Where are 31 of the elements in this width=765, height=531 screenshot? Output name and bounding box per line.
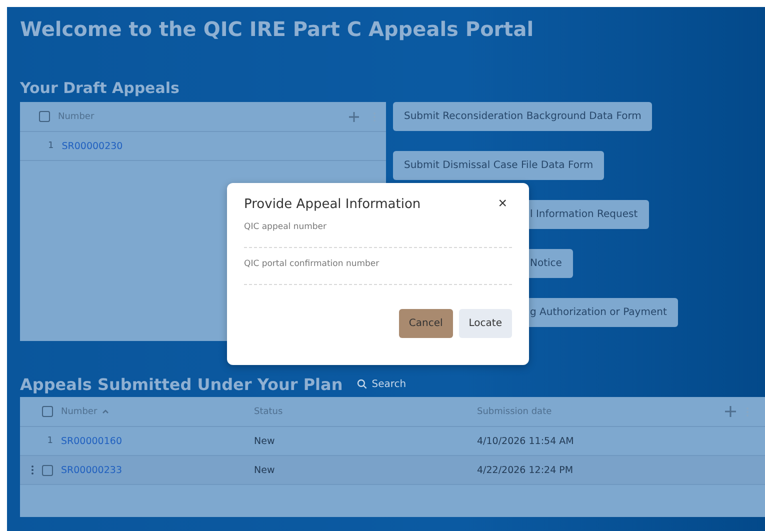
column-header[interactable]: Status <box>254 406 283 416</box>
cancel-button[interactable]: Cancel <box>398 309 453 338</box>
appeal-link[interactable]: SR00000233 <box>61 464 122 476</box>
close-button[interactable]: × <box>493 197 512 211</box>
checkbox[interactable] <box>39 111 50 122</box>
search-input[interactable]: Search <box>372 378 432 390</box>
row-number: 1 <box>48 141 54 151</box>
status-cell: New <box>254 436 275 446</box>
action-button[interactable]: Submit Reconsideration Background Data Form <box>393 102 652 131</box>
checkbox[interactable] <box>42 464 53 476</box>
column-header[interactable]: Number <box>58 112 94 122</box>
page-title: Welcome to the QIC IRE Part C Appeals Portal <box>20 17 535 43</box>
add-icon[interactable] <box>349 112 359 122</box>
locate-button[interactable]: Locate <box>458 309 512 338</box>
section-heading: Appeals Submitted Under Your Plan <box>20 374 343 394</box>
section-heading: Your Draft Appeals <box>20 79 180 99</box>
status-cell: New <box>254 464 275 476</box>
checkbox[interactable] <box>42 406 53 417</box>
action-button[interactable]: Submit Dismissal Case File Data Form <box>393 151 604 180</box>
dialog-title: Provide Appeal Information <box>244 196 421 212</box>
appeal-link[interactable]: SR00000230 <box>62 140 123 152</box>
add-icon[interactable] <box>725 406 736 417</box>
date-cell: 4/10/2026 11:54 AM <box>477 436 574 446</box>
column-header[interactable]: Number <box>61 406 98 416</box>
sort-ascending-icon[interactable] <box>102 409 110 414</box>
row-number: 1 <box>46 436 53 446</box>
drag-handle-icon[interactable] <box>31 465 34 475</box>
search-icon <box>356 379 367 389</box>
appeal-link[interactable]: SR00000160 <box>61 436 122 446</box>
date-cell: 4/22/2026 12:24 PM <box>477 464 574 476</box>
column-header[interactable]: Submission date <box>477 406 552 416</box>
